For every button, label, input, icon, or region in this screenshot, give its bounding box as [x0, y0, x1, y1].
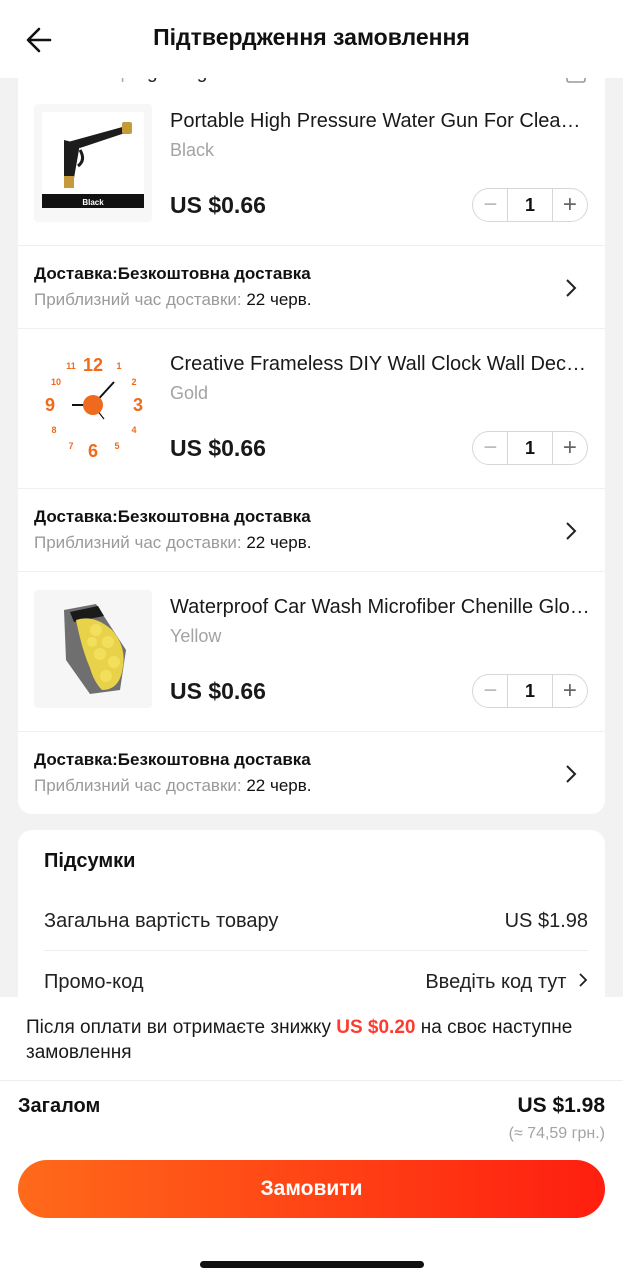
thumb-variant-label: Black — [82, 198, 104, 207]
promo-label: Промо-код — [44, 971, 144, 993]
delivery-row[interactable]: Доставка:Безкоштовна доставка Приблизний… — [18, 245, 605, 329]
quantity-value[interactable]: 1 — [507, 674, 553, 708]
clock-numeral: 3 — [133, 395, 143, 415]
clock-numeral: 11 — [66, 361, 76, 371]
divider — [0, 1080, 623, 1081]
clock-numeral: 9 — [45, 395, 55, 415]
divider — [44, 950, 588, 951]
cart-item: Black Portable High Pressure Water Gun F… — [18, 104, 605, 244]
promo-code-row[interactable]: Промо-код Введіть код тут — [44, 971, 588, 994]
quantity-stepper: − 1 + — [472, 674, 588, 708]
total-approx-local: (≈ 74,59 грн.) — [508, 1125, 605, 1142]
product-image-water-gun[interactable]: Black — [34, 104, 152, 222]
clock-numeral: 2 — [131, 377, 136, 387]
subtotal-value: US $1.98 — [504, 910, 588, 932]
cashback-amount: US $0.20 — [336, 1017, 416, 1038]
quantity-value[interactable]: 1 — [507, 188, 553, 222]
chevron-right-icon — [565, 278, 577, 298]
product-image-wash-glove[interactable] — [34, 590, 152, 708]
subtotal-row: Загальна вартість товару US $1.98 — [44, 910, 588, 933]
quantity-stepper: − 1 + — [472, 188, 588, 222]
product-variant: Gold — [170, 383, 209, 403]
delivery-method: Доставка:Безкоштовна доставка — [34, 264, 311, 283]
product-price: US $0.66 — [170, 435, 266, 461]
delivery-method: Доставка:Безкоштовна доставка — [34, 750, 311, 769]
cart-item: 12 1 2 3 4 5 6 7 8 9 10 11 Creative Fram… — [18, 347, 605, 487]
order-items-card: ▼Choice|Digitaling Store Black Portable … — [18, 60, 605, 814]
product-title[interactable]: Waterproof Car Wash Microfiber Chenille … — [170, 596, 590, 619]
place-order-button[interactable]: Замовити — [18, 1160, 605, 1218]
delivery-row[interactable]: Доставка:Безкоштовна доставка Приблизний… — [18, 488, 605, 572]
clock-numeral: 5 — [114, 441, 119, 451]
clock-numeral: 1 — [116, 361, 121, 371]
minus-icon[interactable]: − — [473, 431, 507, 465]
plus-icon[interactable]: + — [553, 188, 587, 222]
product-image-wall-clock[interactable]: 12 1 2 3 4 5 6 7 8 9 10 11 — [34, 347, 152, 465]
chevron-right-icon — [565, 764, 577, 784]
minus-icon[interactable]: − — [473, 674, 507, 708]
quantity-value[interactable]: 1 — [507, 431, 553, 465]
delivery-eta: Приблизний час доставки: 22 черв. — [34, 290, 312, 309]
product-title[interactable]: Portable High Pressure Water Gun For Cle… — [170, 110, 590, 133]
cart-item: Waterproof Car Wash Microfiber Chenille … — [18, 590, 605, 730]
product-variant: Black — [170, 140, 215, 160]
summary-title: Підсумки — [44, 850, 136, 872]
product-title[interactable]: Creative Frameless DIY Wall Clock Wall D… — [170, 353, 590, 376]
delivery-eta: Приблизний час доставки: 22 черв. — [34, 533, 312, 552]
clock-numeral: 8 — [51, 425, 56, 435]
page-title: Підтвердження замовлення — [153, 24, 470, 50]
cashback-notice: Після оплати ви отримаєте знижку US $0.2… — [26, 1017, 573, 1063]
clock-numeral: 4 — [131, 425, 136, 435]
checkout-bar: Після оплати ви отримаєте знижку US $0.2… — [0, 997, 623, 1280]
home-indicator[interactable] — [200, 1261, 424, 1268]
delivery-eta: Приблизний час доставки: 22 черв. — [34, 776, 312, 795]
total-label: Загалом — [18, 1095, 101, 1117]
chevron-right-icon — [565, 521, 577, 541]
clock-numeral: 6 — [88, 441, 98, 461]
clock-numeral: 7 — [68, 441, 73, 451]
total-amount: US $1.98 — [517, 1094, 605, 1117]
minus-icon[interactable]: − — [473, 188, 507, 222]
clock-numeral: 12 — [83, 355, 103, 375]
clock-numeral: 10 — [51, 377, 61, 387]
quantity-stepper: − 1 + — [472, 431, 588, 465]
delivery-method: Доставка:Безкоштовна доставка — [34, 507, 311, 526]
promo-code-button[interactable]: Введіть код тут — [425, 971, 588, 994]
plus-icon[interactable]: + — [553, 674, 587, 708]
product-variant: Yellow — [170, 626, 222, 646]
plus-icon[interactable]: + — [553, 431, 587, 465]
top-bar: Підтвердження замовлення — [0, 0, 623, 78]
delivery-row[interactable]: Доставка:Безкоштовна доставка Приблизний… — [18, 731, 605, 814]
subtotal-label: Загальна вартість товару — [44, 910, 279, 932]
chevron-right-icon — [579, 973, 588, 987]
product-price: US $0.66 — [170, 678, 266, 704]
product-price: US $0.66 — [170, 192, 266, 218]
